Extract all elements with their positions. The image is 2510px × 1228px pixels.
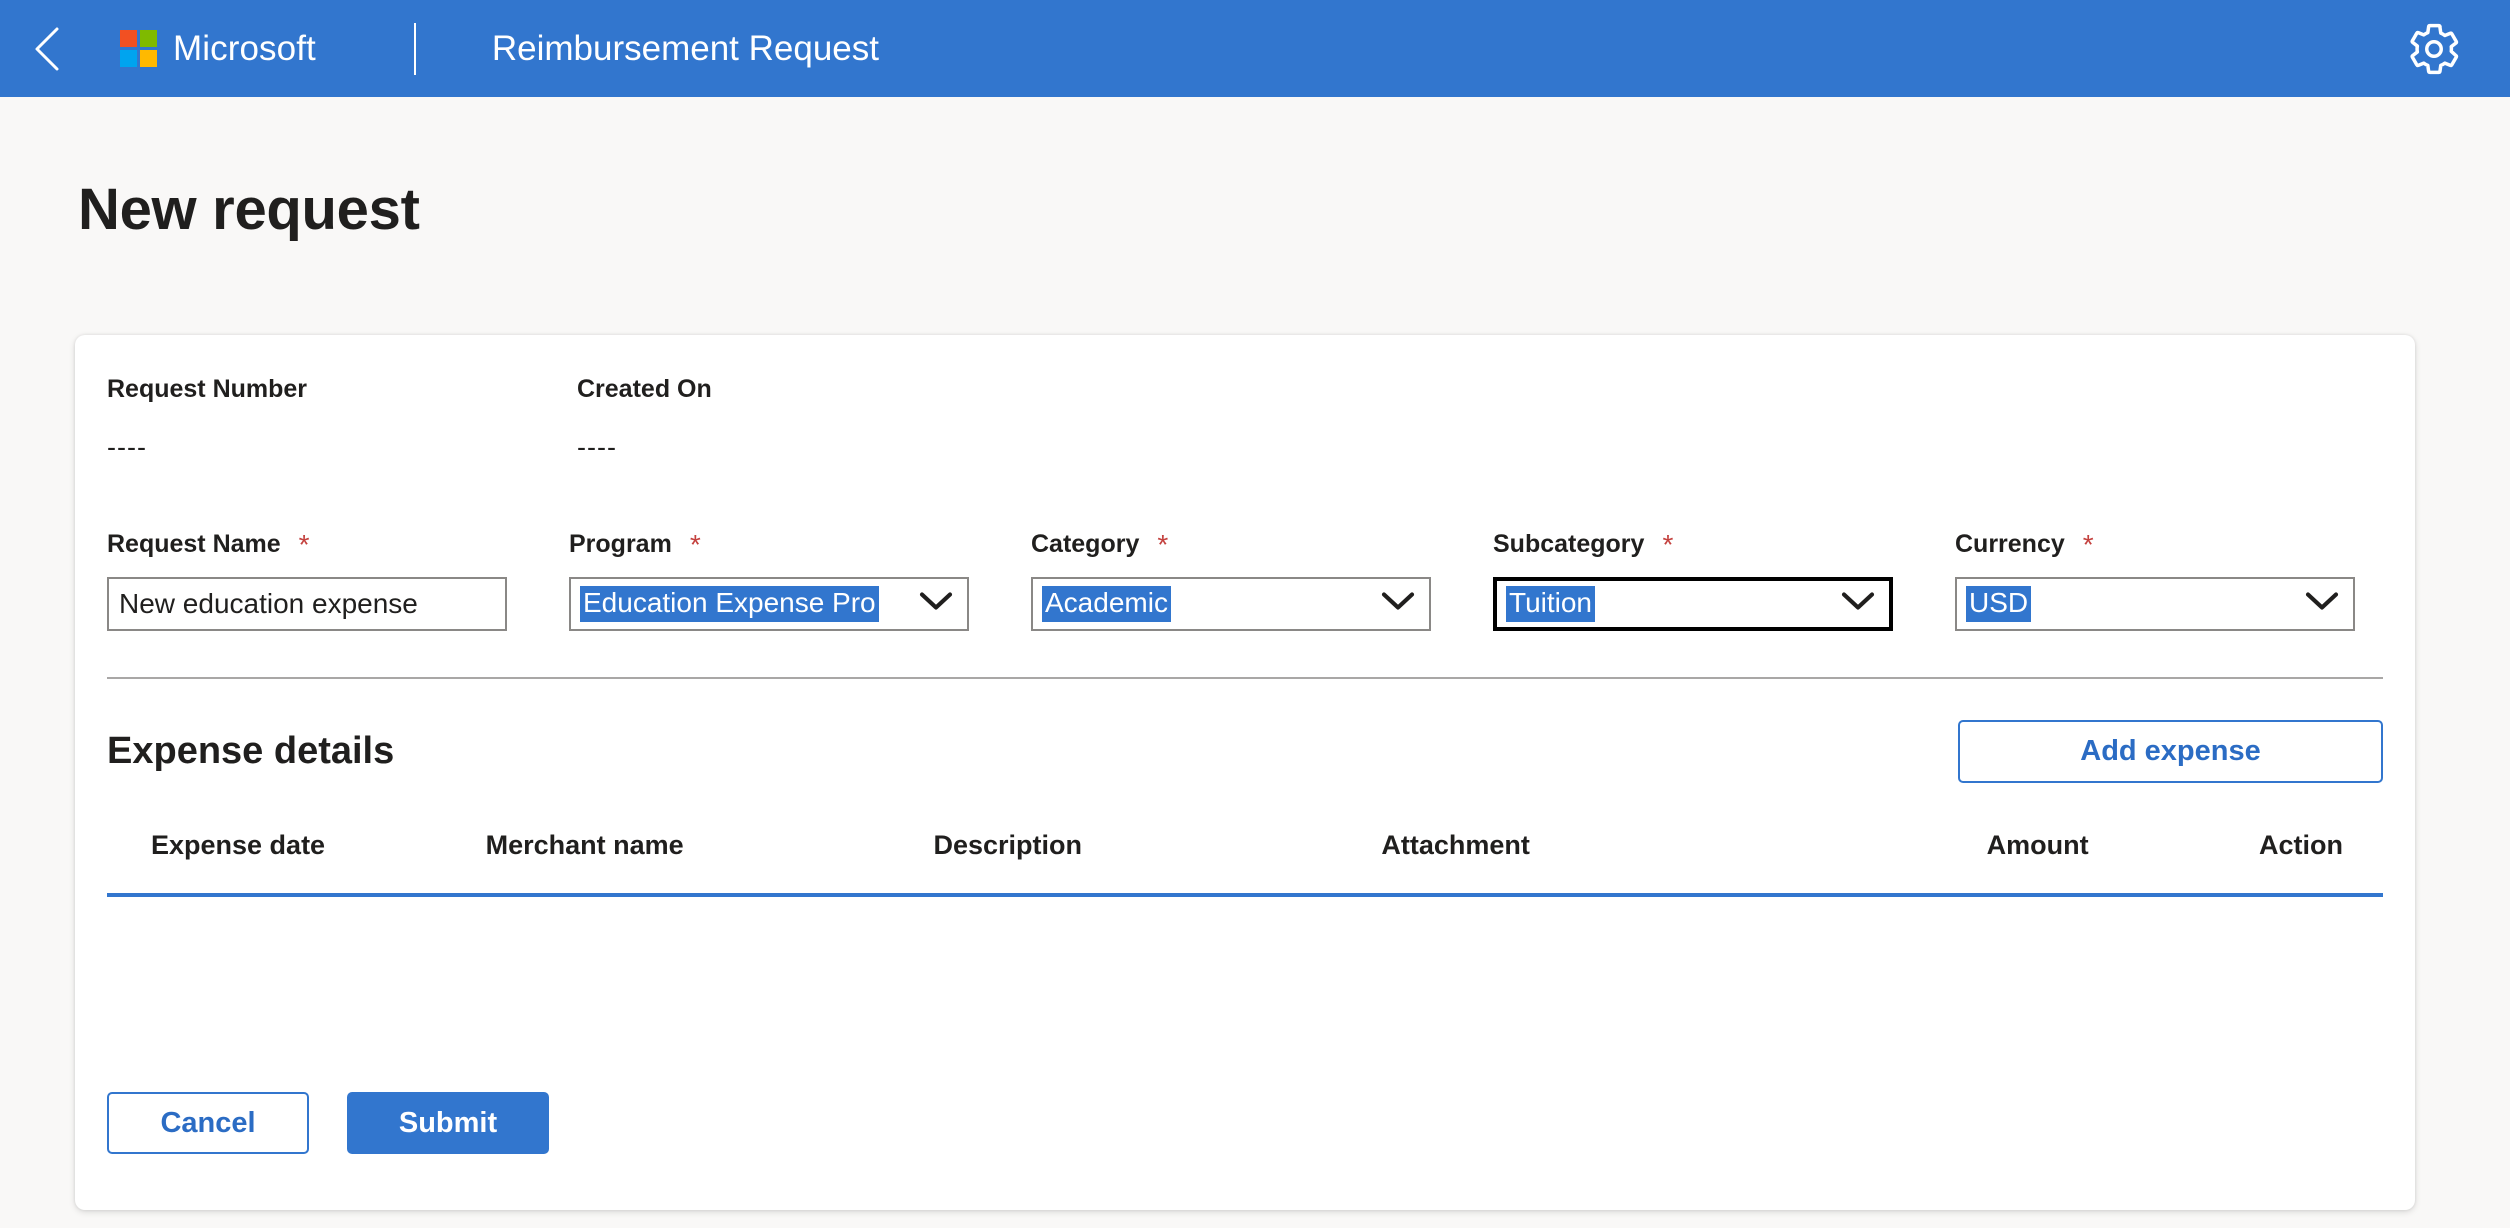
request-meta-row: Request Number ---- Created On ---- [107, 375, 1047, 463]
request-name-input[interactable] [107, 577, 507, 631]
subcategory-select-value: Tuition [1506, 586, 1596, 622]
column-header-expense-date[interactable]: Expense date [107, 830, 486, 893]
field-label: Program [569, 530, 672, 558]
header-divider [413, 22, 416, 75]
field-label: Subcategory [1493, 530, 1645, 558]
brand-name: Microsoft [173, 28, 316, 68]
expense-table: Expense date Merchant name Description A… [107, 830, 2383, 1057]
category-select[interactable]: Academic [1031, 577, 1431, 631]
app-title: Reimbursement Request [491, 28, 879, 68]
chevron-down-icon [919, 592, 953, 617]
column-header-merchant-name[interactable]: Merchant name [486, 830, 934, 893]
chevron-down-icon [1841, 592, 1875, 617]
required-asterisk: * [1662, 528, 1674, 560]
back-chevron-icon[interactable] [22, 24, 72, 74]
field-request-name: Request Name * [107, 530, 507, 631]
program-select[interactable]: Education Expense Pro [569, 577, 969, 631]
field-program: Program * Education Expense Pro [569, 530, 969, 631]
meta-request-number: Request Number ---- [107, 375, 577, 463]
submit-button[interactable]: Submit [347, 1092, 549, 1154]
column-header-amount[interactable]: Amount [1829, 830, 2134, 893]
column-header-attachment[interactable]: Attachment [1381, 830, 1829, 893]
form-fields-row: Request Name * Program * Education Expen… [107, 530, 2355, 631]
subcategory-select[interactable]: Tuition [1493, 577, 1893, 631]
cancel-button[interactable]: Cancel [107, 1092, 309, 1154]
field-label-line: Currency * [1955, 530, 2355, 559]
field-currency: Currency * USD [1955, 530, 2355, 631]
field-label: Request Name [107, 530, 281, 558]
microsoft-logo-link[interactable]: Microsoft [120, 29, 316, 69]
currency-select[interactable]: USD [1955, 577, 2355, 631]
required-asterisk: * [2082, 528, 2094, 560]
field-label: Category [1031, 530, 1140, 558]
form-footer-actions: Cancel Submit [107, 1092, 549, 1154]
expense-details-title: Expense details [107, 730, 395, 772]
currency-select-value: USD [1966, 586, 2032, 622]
table-empty-body [107, 897, 2383, 1057]
field-label-line: Request Name * [107, 530, 507, 559]
section-divider [107, 677, 2383, 679]
field-label: Currency [1955, 530, 2065, 558]
required-asterisk: * [689, 528, 701, 560]
column-header-description[interactable]: Description [934, 830, 1382, 893]
meta-created-on: Created On ---- [577, 375, 1047, 463]
field-label-line: Subcategory * [1493, 530, 1893, 559]
expense-details-header: Expense details Add expense [107, 720, 2383, 783]
table-header-row: Expense date Merchant name Description A… [107, 830, 2383, 893]
meta-label: Request Number [107, 375, 308, 403]
field-category: Category * Academic [1031, 530, 1431, 631]
chevron-down-icon [1381, 592, 1415, 617]
required-asterisk: * [1157, 528, 1169, 560]
request-form-card: Request Number ---- Created On ---- Requ… [75, 335, 2415, 1210]
required-asterisk: * [298, 528, 310, 560]
column-header-action[interactable]: Action [2135, 830, 2383, 893]
app-header: Microsoft Reimbursement Request [0, 0, 2510, 97]
gear-icon[interactable] [2405, 20, 2463, 78]
program-select-value: Education Expense Pro [580, 586, 879, 622]
add-expense-button[interactable]: Add expense [1958, 720, 2383, 783]
microsoft-logo-icon [120, 30, 157, 67]
meta-label: Created On [577, 375, 712, 403]
field-label-line: Program * [569, 530, 969, 559]
meta-value: ---- [577, 432, 617, 462]
field-label-line: Category * [1031, 530, 1431, 559]
page-title: New request [78, 177, 420, 242]
field-subcategory: Subcategory * Tuition [1493, 530, 1893, 631]
category-select-value: Academic [1042, 586, 1171, 622]
meta-value: ---- [107, 432, 147, 462]
chevron-down-icon [2305, 592, 2339, 617]
